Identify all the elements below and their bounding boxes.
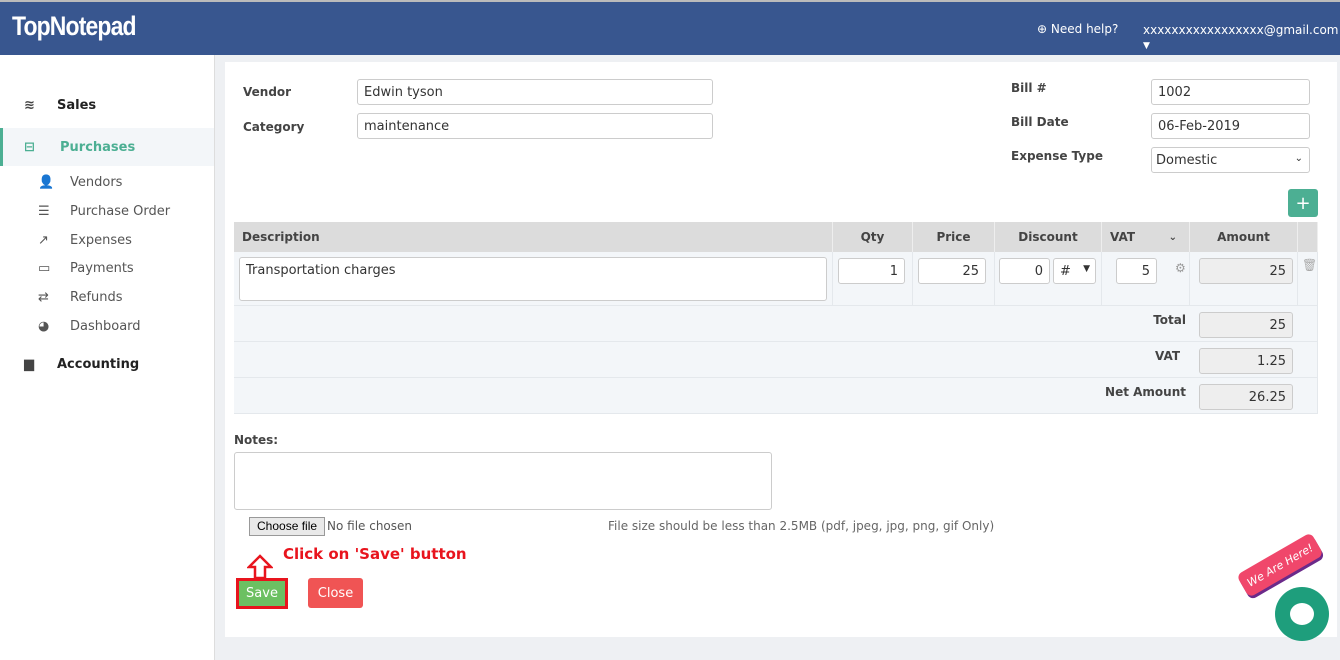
- file-status: No file chosen: [327, 519, 413, 533]
- sidebar-item-dashboard[interactable]: ◕ Dashboard: [38, 319, 141, 334]
- vendors-label: Vendors: [70, 175, 123, 190]
- accounting-label: Accounting: [57, 356, 140, 372]
- net-amount-value: 26.25: [1199, 384, 1293, 410]
- trash-icon[interactable]: 🗑: [1302, 258, 1317, 272]
- layers-icon: ≋: [24, 97, 35, 113]
- net-amount-label: Net Amount: [1105, 385, 1186, 399]
- purchases-label: Purchases: [60, 139, 136, 155]
- chevron-down-icon: ⌄: [1168, 231, 1177, 243]
- vendors-icon: 👤: [38, 175, 55, 190]
- top-header: TopNotepad ⊕ Need help? xxxxxxxxxxxxxxxx…: [0, 0, 1340, 55]
- file-hint: File size should be less than 2.5MB (pdf…: [608, 519, 995, 533]
- description-field[interactable]: Transportation charges: [239, 257, 827, 301]
- refunds-label: Refunds: [70, 290, 123, 305]
- sidebar-item-sales[interactable]: ≋ Sales: [0, 86, 214, 124]
- category-field[interactable]: maintenance: [357, 113, 713, 139]
- col-actions: [1298, 222, 1318, 252]
- help-link[interactable]: ⊕ Need help?: [1037, 22, 1118, 36]
- sidebar-item-purchases[interactable]: ⊟ Purchases: [0, 128, 214, 166]
- sidebar-item-purchase-order[interactable]: ☰ Purchase Order: [38, 204, 170, 219]
- qty-field[interactable]: 1: [838, 258, 905, 284]
- amount-field: 25: [1199, 258, 1293, 284]
- col-qty: Qty: [833, 222, 913, 252]
- vat-total-value: 1.25: [1199, 348, 1293, 374]
- col-amount: Amount: [1190, 222, 1298, 252]
- exchange-icon: ⇄: [38, 290, 49, 305]
- category-label: Category: [243, 120, 305, 134]
- expenses-label: Expenses: [70, 233, 132, 248]
- dashboard-label: Dashboard: [70, 319, 141, 334]
- dashboard-icon: ◕: [38, 319, 50, 334]
- arrow-up-icon: [247, 554, 273, 580]
- sidebar-item-accounting[interactable]: ▆ Accounting: [0, 345, 214, 383]
- bill-number-label: Bill #: [1011, 81, 1047, 95]
- expense-type-value: Domestic: [1156, 153, 1218, 168]
- card-icon: ▭: [38, 261, 51, 276]
- chevron-down-icon: ⌄: [1294, 153, 1303, 164]
- vendor-label: Vendor: [243, 85, 292, 99]
- add-row-button[interactable]: +: [1288, 189, 1318, 217]
- expense-type-select[interactable]: Domestic ⌄: [1151, 147, 1310, 173]
- total-value: 25: [1199, 312, 1293, 338]
- sidebar-item-expenses[interactable]: ↗ Expenses: [38, 233, 132, 248]
- close-button[interactable]: Close: [308, 578, 363, 608]
- caret-down-icon: ▼: [1143, 41, 1150, 51]
- annotation-text: Click on 'Save' button: [283, 545, 467, 563]
- gear-icon[interactable]: ⚙: [1175, 261, 1186, 275]
- caret-down-icon: ▼: [1083, 264, 1090, 274]
- notes-field[interactable]: [234, 452, 772, 510]
- bill-date-label: Bill Date: [1011, 115, 1069, 129]
- col-vat[interactable]: VAT ⌄: [1102, 222, 1190, 252]
- share-icon: ↗: [38, 233, 49, 248]
- discount-field[interactable]: 0: [999, 258, 1050, 284]
- vat-total-label: VAT: [1154, 349, 1180, 363]
- payments-label: Payments: [70, 261, 134, 276]
- lifebuoy-icon: ⊕: [1037, 22, 1048, 36]
- expense-type-label: Expense Type: [1011, 149, 1103, 163]
- col-price: Price: [913, 222, 995, 252]
- total-label: Total: [1153, 313, 1186, 327]
- bar-chart-icon: ▆: [24, 356, 34, 372]
- sidebar-item-payments[interactable]: ▭ Payments: [38, 261, 134, 276]
- sales-label: Sales: [57, 97, 97, 113]
- col-description: Description: [234, 222, 833, 252]
- user-email: xxxxxxxxxxxxxxxxx@gmail.com: [1143, 23, 1339, 37]
- col-discount: Discount: [995, 222, 1102, 252]
- user-menu[interactable]: xxxxxxxxxxxxxxxxx@gmail.com ▼: [1143, 23, 1340, 51]
- vendor-field[interactable]: Edwin tyson: [357, 79, 713, 105]
- logo[interactable]: TopNotepad: [12, 11, 137, 42]
- purchase-order-label: Purchase Order: [70, 204, 171, 219]
- discount-type-value: #: [1060, 264, 1071, 279]
- notes-label: Notes:: [234, 433, 279, 447]
- sidebar-item-vendors[interactable]: 👤 Vendors: [38, 175, 122, 190]
- bill-number-field[interactable]: 1002: [1151, 79, 1310, 105]
- discount-type-select[interactable]: # ▼: [1053, 258, 1096, 284]
- chat-bubble-icon: [1290, 603, 1314, 625]
- price-field[interactable]: 25: [918, 258, 986, 284]
- minus-square-icon: ⊟: [24, 139, 35, 155]
- vat-header-label: VAT: [1110, 230, 1136, 244]
- list-icon: ☰: [38, 204, 50, 219]
- sidebar: ≋ Sales ⊟ Purchases 👤 Vendors ☰ Purchase Ord…: [0, 55, 215, 660]
- help-label: Need help?: [1050, 22, 1119, 36]
- bill-date-field[interactable]: 06-Feb-2019: [1151, 113, 1310, 139]
- vat-field[interactable]: 5: [1116, 258, 1157, 284]
- sidebar-item-refunds[interactable]: ⇄ Refunds: [38, 290, 123, 305]
- chat-button[interactable]: [1275, 587, 1329, 641]
- choose-file-button[interactable]: Choose file: [249, 517, 326, 536]
- save-button[interactable]: Save: [236, 578, 288, 609]
